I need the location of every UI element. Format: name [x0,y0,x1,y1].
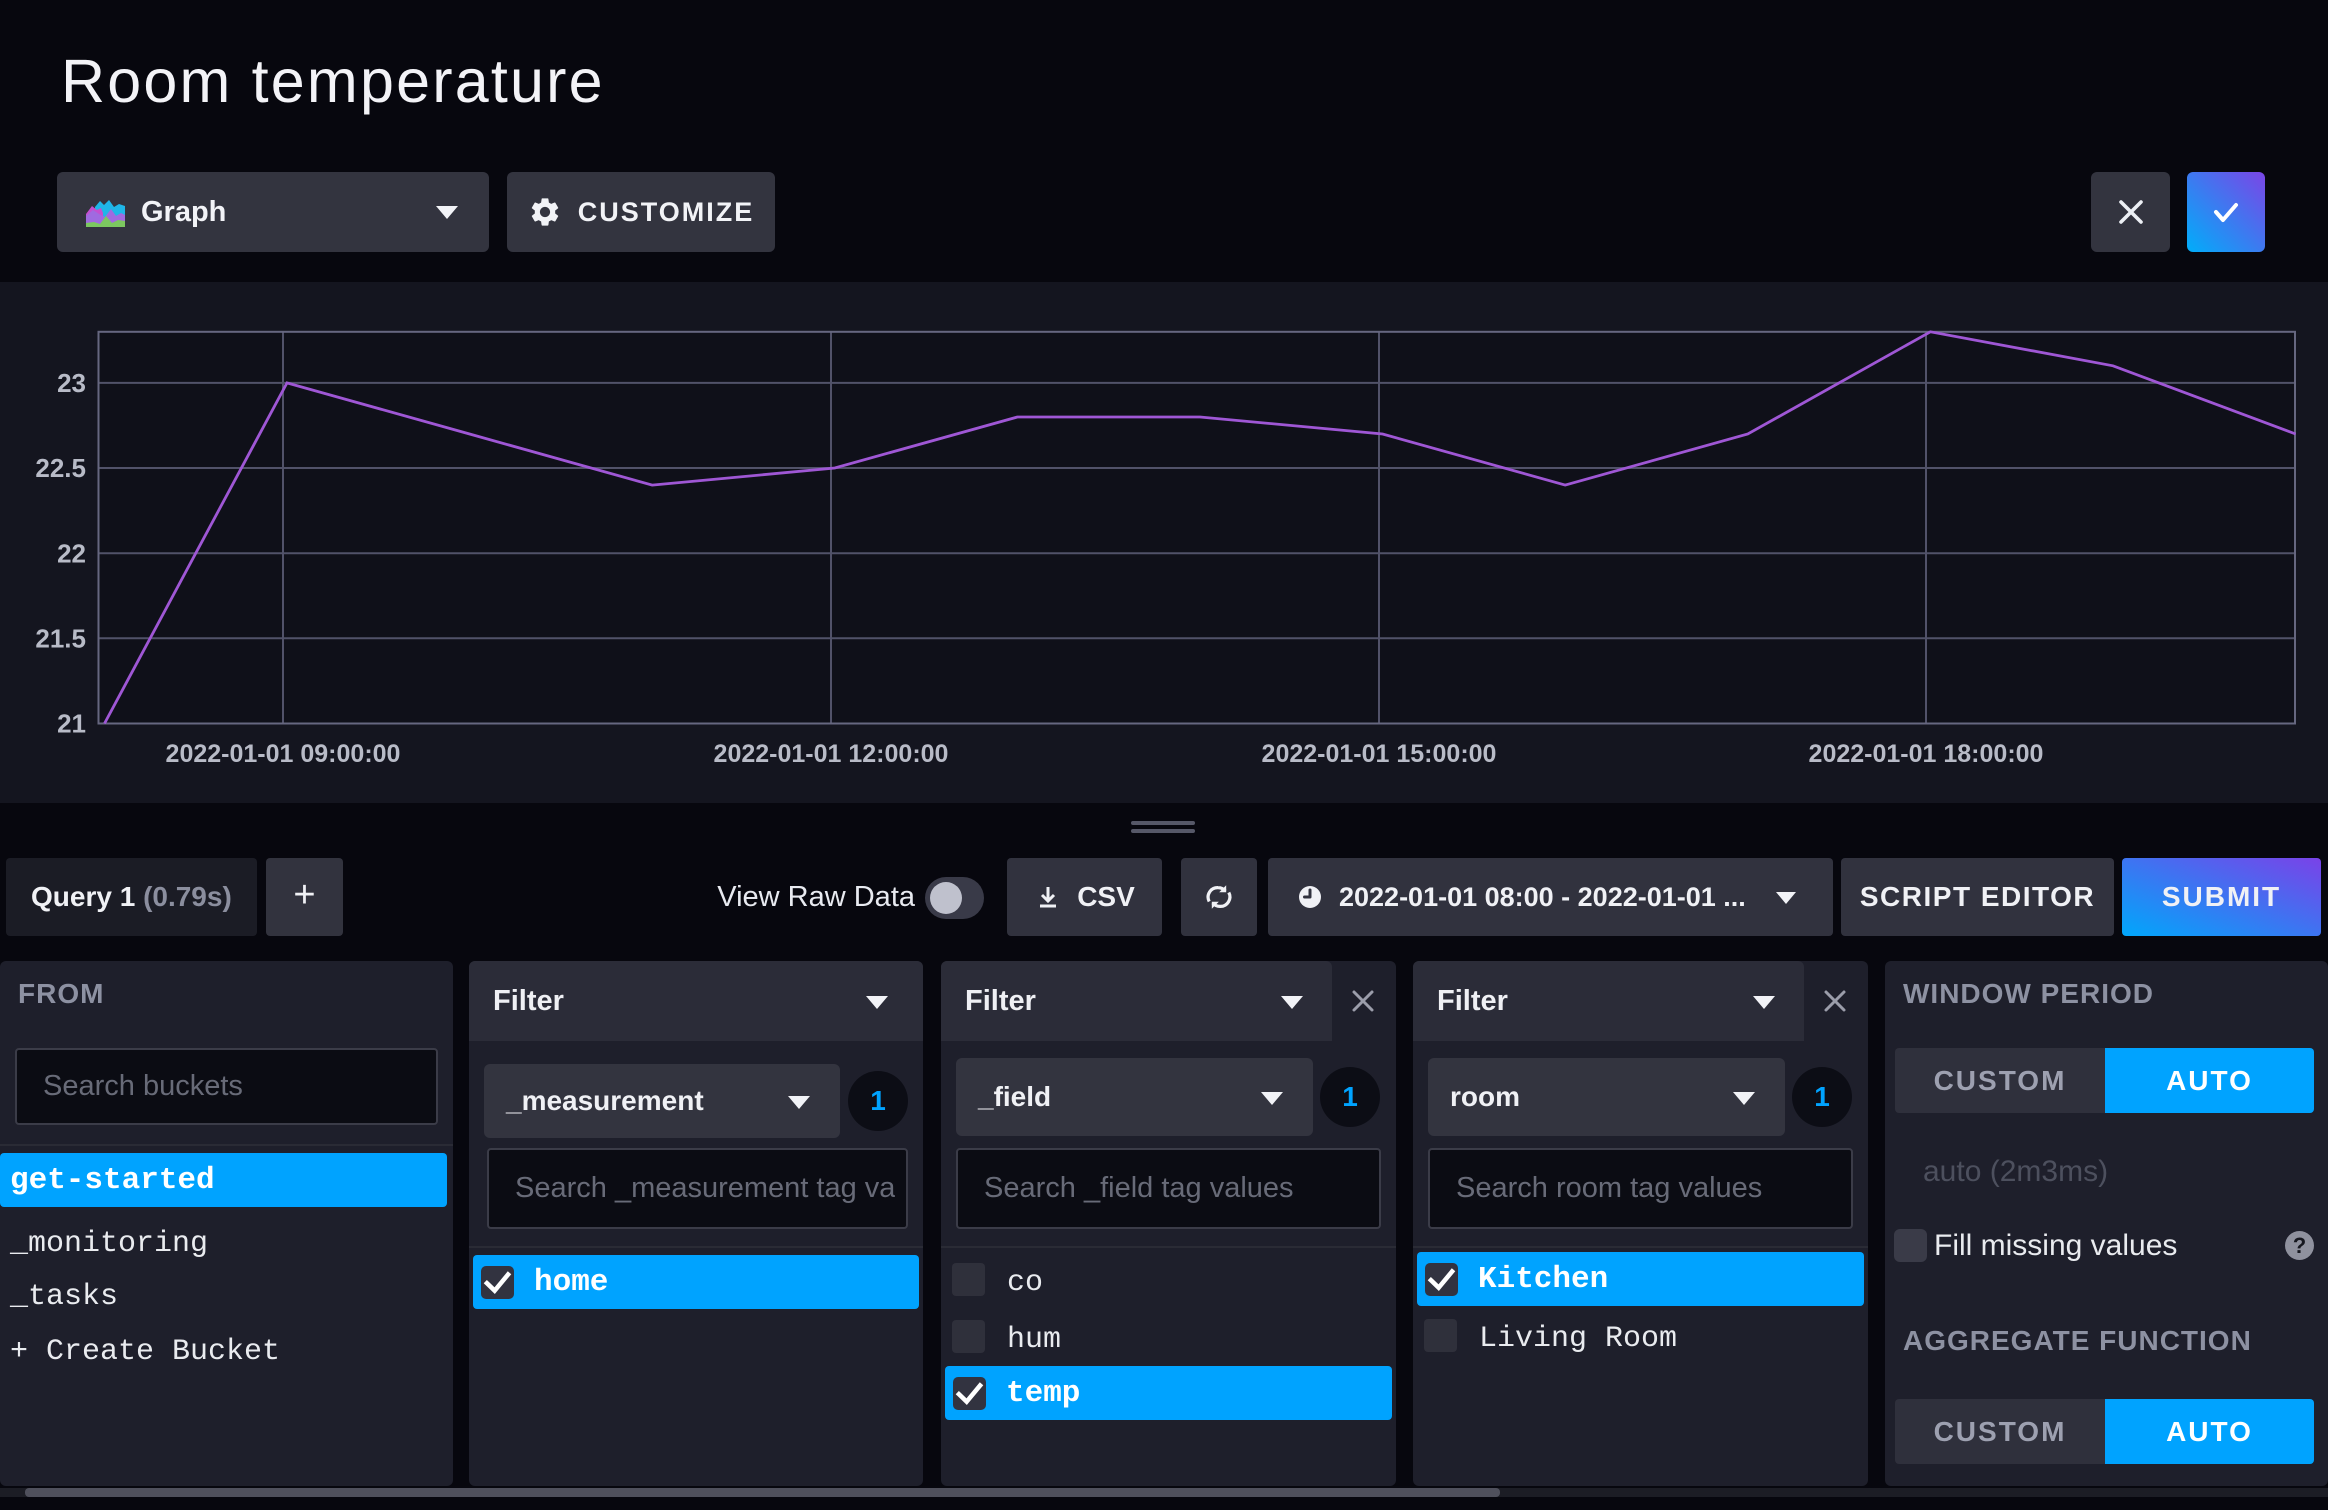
svg-text:2022-01-01 12:00:00: 2022-01-01 12:00:00 [714,740,949,768]
svg-text:22: 22 [57,538,86,568]
svg-text:2022-01-01 09:00:00: 2022-01-01 09:00:00 [166,740,401,768]
svg-text:21: 21 [57,709,86,739]
svg-text:23: 23 [57,368,86,398]
svg-text:21.5: 21.5 [35,623,86,653]
svg-text:2022-01-01 18:00:00: 2022-01-01 18:00:00 [1809,740,2044,768]
svg-text:2022-01-01 15:00:00: 2022-01-01 15:00:00 [1262,740,1497,768]
svg-text:22.5: 22.5 [35,453,86,483]
